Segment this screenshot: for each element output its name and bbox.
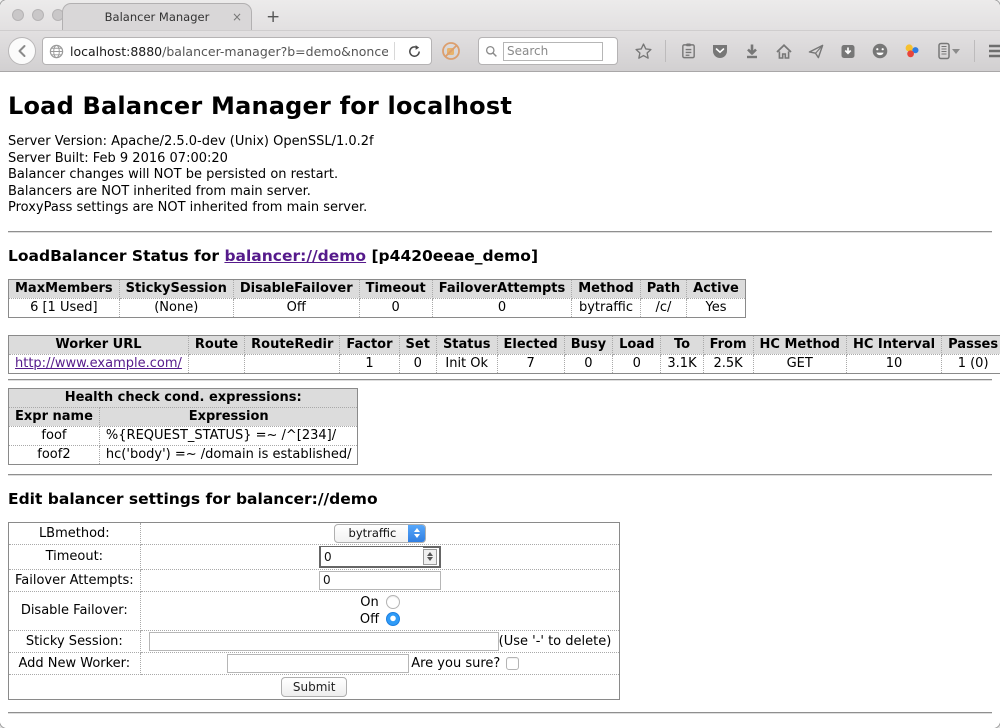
divider [8, 474, 992, 476]
server-built: Server Built: Feb 9 2016 07:00:20 [8, 151, 992, 168]
url-text[interactable]: localhost:8880/balancer-manager?b=demo&n… [70, 44, 388, 59]
divider [8, 712, 992, 714]
sticky-session-hint: (Use '-' to delete) [499, 634, 612, 649]
lbmethod-select[interactable]: bytraffic [334, 524, 427, 543]
minimize-window-button[interactable] [32, 9, 44, 21]
extension-dots-icon[interactable] [899, 37, 925, 65]
add-worker-input[interactable] [227, 654, 409, 673]
failover-attempts-label: Failover Attempts: [9, 569, 141, 591]
server-info: Server Version: Apache/2.5.0-dev (Unix) … [8, 134, 992, 217]
sticky-session-label: Sticky Session: [9, 630, 141, 652]
close-window-button[interactable] [12, 9, 24, 21]
number-spinner-icon[interactable] [423, 549, 437, 565]
search-icon [485, 45, 498, 58]
timeout-input[interactable] [321, 547, 423, 566]
are-you-sure-checkbox[interactable] [506, 657, 519, 670]
notice-persist: Balancer changes will NOT be persisted o… [8, 167, 992, 184]
back-arrow-icon [15, 44, 29, 58]
tab-title: Balancer Manager [105, 10, 210, 24]
timeout-field-wrap [319, 546, 441, 568]
sticky-session-input[interactable] [149, 632, 499, 651]
reload-icon[interactable] [401, 37, 427, 65]
device-clipboard-icon[interactable] [931, 37, 965, 65]
timeout-label: Timeout: [9, 544, 141, 569]
lbmethod-selected-value: bytraffic [335, 526, 409, 540]
tab-close-icon[interactable]: × [232, 10, 242, 24]
worker-status-table: Worker URL Route RouteRedir Factor Set S… [8, 335, 1000, 374]
menu-hamburger-icon[interactable] [984, 37, 1000, 65]
url-path: /balancer-manager?b=demo&nonce=decc37be-… [162, 44, 388, 59]
notice-balancers: Balancers are NOT inherited from main se… [8, 184, 992, 201]
failover-attempts-input[interactable] [319, 571, 441, 590]
navigation-toolbar: localhost:8880/balancer-manager?b=demo&n… [0, 30, 1000, 72]
health-check-title: Health check cond. expressions: [9, 388, 358, 407]
radio-on-label: On [360, 595, 378, 610]
url-bar[interactable]: localhost:8880/balancer-manager?b=demo&n… [42, 37, 432, 65]
bookmark-star-icon[interactable] [630, 37, 656, 65]
table-row: 6 [1 Used] (None) Off 0 0 bytraffic /c/ … [9, 298, 746, 317]
disable-failover-on-radio[interactable] [386, 595, 400, 609]
pocket-icon[interactable] [707, 37, 733, 65]
home-icon[interactable] [771, 37, 797, 65]
table-row: foof2 hc('body') =~ /domain is establish… [9, 445, 358, 464]
edit-balancer-form: LBmethod: bytraffic Timeout: [8, 522, 620, 700]
table-row: http://www.example.com/ 1 0 Init Ok 7 0 … [9, 354, 1000, 373]
worker-url-link[interactable]: http://www.example.com/ [15, 356, 182, 371]
send-plane-icon[interactable] [803, 37, 829, 65]
search-bar[interactable] [478, 37, 618, 65]
disable-failover-off-radio[interactable] [386, 612, 400, 626]
notice-proxypass: ProxyPass settings are NOT inherited fro… [8, 200, 992, 217]
globe-icon [49, 44, 64, 59]
divider [8, 379, 992, 381]
reading-list-icon[interactable] [675, 37, 701, 65]
disable-failover-label: Disable Failover: [9, 591, 141, 630]
table-row: foof %{REQUEST_STATUS} =~ /^[234]/ [9, 426, 358, 445]
chevron-down-icon [952, 49, 960, 54]
search-input[interactable] [503, 42, 603, 61]
submit-button[interactable]: Submit [281, 677, 348, 697]
health-check-table: Health check cond. expressions: Expr nam… [8, 388, 358, 465]
balancer-demo-link[interactable]: balancer://demo [224, 247, 366, 265]
tab-bar: Balancer Manager × + [0, 0, 1000, 30]
downloads-icon[interactable] [739, 37, 765, 65]
browser-window: Balancer Manager × + localhost:8880/bala… [0, 0, 1000, 728]
edit-settings-heading: Edit balancer settings for balancer://de… [8, 490, 992, 508]
server-version: Server Version: Apache/2.5.0-dev (Unix) … [8, 134, 992, 151]
new-tab-button[interactable]: + [266, 7, 280, 27]
back-button[interactable] [8, 37, 36, 65]
page-title: Load Balancer Manager for localhost [8, 92, 992, 120]
page-content: Load Balancer Manager for localhost Serv… [0, 72, 1000, 728]
radio-off-label: Off [360, 612, 379, 627]
lbmethod-label: LBmethod: [9, 522, 141, 544]
tab-balancer-manager[interactable]: Balancer Manager × [62, 3, 252, 30]
window-controls[interactable] [12, 9, 64, 21]
content-blocker-icon[interactable] [438, 37, 464, 65]
add-new-worker-label: Add New Worker: [9, 652, 141, 674]
balancer-status-heading: LoadBalancer Status for balancer://demo … [8, 247, 992, 265]
url-domain: localhost:8880 [70, 44, 162, 59]
are-you-sure-label: Are you sure? [411, 656, 500, 671]
save-page-icon[interactable] [835, 37, 861, 65]
select-stepper-icon [408, 524, 425, 543]
feedback-smiley-icon[interactable] [867, 37, 893, 65]
divider [8, 231, 992, 233]
balancer-status-table: MaxMembers StickySession DisableFailover… [8, 279, 746, 318]
